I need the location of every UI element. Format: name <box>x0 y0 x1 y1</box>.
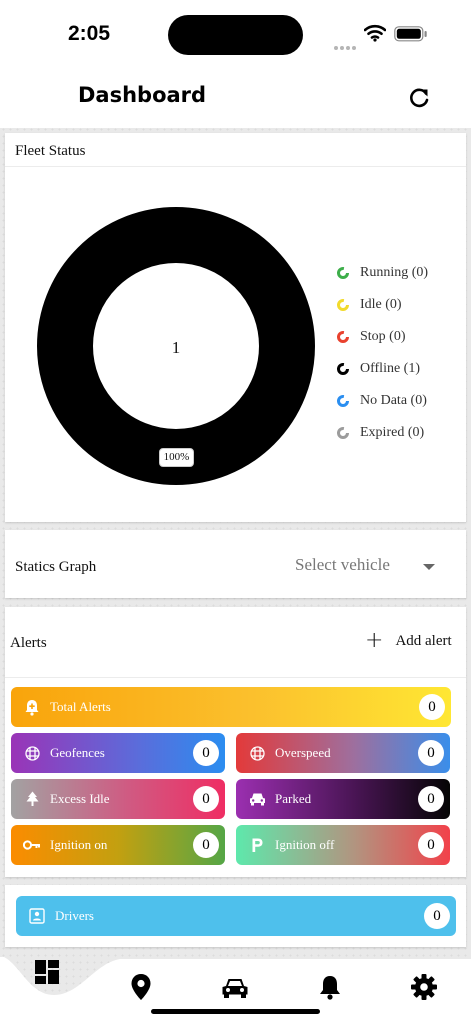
drivers-tile[interactable]: Drivers 0 <box>16 896 456 936</box>
legend-label: Idle (0) <box>360 297 402 312</box>
tile-count: 0 <box>193 832 219 858</box>
legend-label: No Data (0) <box>360 393 427 408</box>
app-header: Dashboard <box>0 70 471 128</box>
geofences-tile[interactable]: Geofences 0 <box>11 733 225 773</box>
running-ring-icon <box>337 267 349 279</box>
tile-count: 0 <box>193 786 219 812</box>
wifi-icon <box>364 24 386 42</box>
car-icon <box>248 790 266 808</box>
nav-dashboard[interactable] <box>34 959 60 990</box>
drivers-card: Drivers 0 <box>5 885 466 947</box>
legend-stop[interactable]: Stop (0) <box>336 321 428 353</box>
alerts-title: Alerts <box>10 635 47 651</box>
nav-settings[interactable] <box>410 973 438 1006</box>
donut-total: 1 <box>171 338 181 357</box>
grid-icon <box>23 744 41 762</box>
tile-label: Total Alerts <box>50 699 111 714</box>
overspeed-tile[interactable]: Overspeed 0 <box>236 733 450 773</box>
bell-icon <box>320 976 340 1000</box>
divider <box>5 166 466 167</box>
fleet-status-title: Fleet Status <box>15 143 86 159</box>
key-icon <box>23 836 41 854</box>
driver-badge-icon <box>28 907 46 925</box>
tile-count: 0 <box>418 786 444 812</box>
stop-ring-icon <box>337 331 349 343</box>
tile-label: Excess Idle <box>50 791 110 806</box>
ignition-on-tile[interactable]: Ignition on 0 <box>11 825 225 865</box>
chevron-down-icon[interactable] <box>423 564 435 570</box>
tile-label: Overspeed <box>275 745 331 760</box>
tile-count: 0 <box>193 740 219 766</box>
grid-icon <box>248 744 266 762</box>
nav-map[interactable] <box>130 973 152 1006</box>
statics-graph-title: Statics Graph <box>15 559 97 575</box>
offline-ring-icon <box>337 363 349 375</box>
status-bar: 2:05 <box>0 0 471 70</box>
tile-count: 0 <box>418 832 444 858</box>
tile-count: 0 <box>424 903 450 929</box>
tile-count: 0 <box>418 740 444 766</box>
legend-running[interactable]: Running (0) <box>336 257 428 289</box>
home-indicator <box>151 1009 320 1014</box>
fleet-legend: Running (0) Idle (0) Stop (0) Offline (1… <box>336 257 428 449</box>
plus-icon: + <box>365 628 384 653</box>
tile-label: Ignition off <box>275 837 335 852</box>
total-alerts-tile[interactable]: Total Alerts 0 <box>11 687 451 727</box>
divider <box>5 677 466 678</box>
nav-notifications[interactable] <box>318 974 342 1006</box>
legend-expired[interactable]: Expired (0) <box>336 417 428 449</box>
statics-graph-card: Statics Graph Select vehicle <box>5 530 466 598</box>
parked-tile[interactable]: Parked 0 <box>236 779 450 819</box>
dashboard-icon <box>35 960 59 984</box>
tile-label: Drivers <box>55 908 94 923</box>
alarm-add-icon <box>23 698 41 716</box>
location-pin-icon <box>131 974 151 1000</box>
gear-icon <box>411 974 437 1000</box>
legend-label: Running (0) <box>360 265 429 280</box>
parking-icon <box>248 836 266 854</box>
alerts-card: Alerts + Add alert Total Alerts 0 Geofen… <box>5 607 466 877</box>
refresh-icon[interactable] <box>406 85 432 111</box>
expired-ring-icon <box>337 427 349 439</box>
idle-ring-icon <box>337 299 349 311</box>
legend-label: Offline (1) <box>360 361 420 376</box>
tile-count: 0 <box>419 694 445 720</box>
legend-offline[interactable]: Offline (1) <box>336 353 428 385</box>
tile-label: Ignition on <box>50 837 108 852</box>
no-data-ring-icon <box>337 395 349 407</box>
donut-percent-label: 100% <box>159 448 194 467</box>
legend-label: Stop (0) <box>360 329 406 344</box>
ignition-off-tile[interactable]: Ignition off 0 <box>236 825 450 865</box>
battery-icon <box>394 26 427 42</box>
tree-icon <box>23 790 41 808</box>
signal-icon <box>334 37 358 50</box>
excess-idle-tile[interactable]: Excess Idle 0 <box>11 779 225 819</box>
legend-no-data[interactable]: No Data (0) <box>336 385 428 417</box>
status-time: 2:05 <box>68 22 111 45</box>
tile-label: Parked <box>275 791 312 806</box>
car-icon <box>222 979 248 998</box>
legend-idle[interactable]: Idle (0) <box>336 289 428 321</box>
nav-vehicles[interactable] <box>221 977 249 1004</box>
dynamic-island <box>168 15 303 55</box>
tile-label: Geofences <box>50 745 105 760</box>
legend-label: Expired (0) <box>360 425 425 440</box>
page-title: Dashboard <box>78 83 207 107</box>
add-alert-label: Add alert <box>395 632 452 649</box>
add-alert-button[interactable]: + Add alert <box>365 628 452 653</box>
select-vehicle-dropdown[interactable]: Select vehicle <box>295 555 390 575</box>
